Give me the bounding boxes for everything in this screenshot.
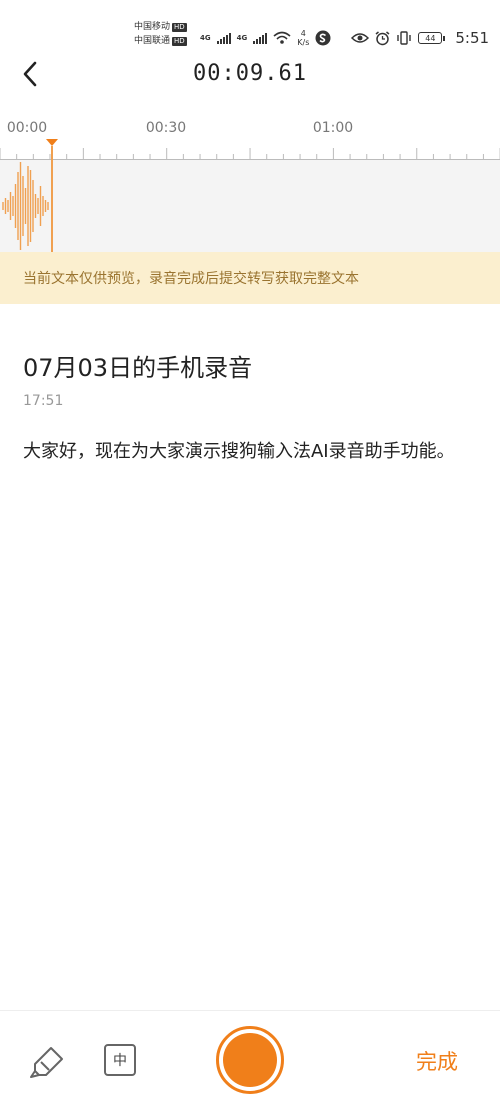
timeline-label: 00:30 xyxy=(145,120,187,136)
playhead-line xyxy=(51,146,53,252)
input-language-button[interactable]: 中 xyxy=(104,1044,136,1076)
waveform xyxy=(2,162,49,250)
status-icons: 4G 4G 4 K/s 44 5:51 xyxy=(200,26,489,50)
alarm-icon xyxy=(375,30,390,45)
carrier-info: 中国移动 HD 中国联通 HD xyxy=(134,20,187,48)
waveform-area[interactable] xyxy=(0,160,500,252)
vibrate-icon xyxy=(397,31,412,45)
net-speed-value: 4 xyxy=(300,29,306,38)
recording-time: 17:51 xyxy=(23,393,64,409)
record-icon xyxy=(223,1033,277,1087)
preview-notice-text: 当前文本仅供预览，录音完成后提交转写获取完整文本 xyxy=(23,271,359,287)
status-bar: 中国移动 HD 中国联通 HD 4G 4G 4 K/s 44 5:51 xyxy=(0,0,500,52)
battery-icon: 44 xyxy=(418,32,446,44)
timeline-labels: 00:00 00:30 01:00 xyxy=(0,120,500,140)
input-language-label: 中 xyxy=(113,1053,127,1069)
playhead-marker[interactable] xyxy=(46,139,58,146)
hd-badge: HD xyxy=(172,36,187,46)
done-button[interactable]: 完成 xyxy=(416,1046,458,1076)
hd-badge: HD xyxy=(172,22,187,32)
carrier-2-label: 中国联通 xyxy=(134,36,171,46)
net-speed-unit: K/s xyxy=(297,38,310,47)
preview-notice: 当前文本仅供预览，录音完成后提交转写获取完整文本 xyxy=(0,252,500,304)
record-button[interactable] xyxy=(216,1026,284,1094)
wifi-icon xyxy=(273,31,291,44)
eye-icon xyxy=(351,33,370,43)
battery-level: 44 xyxy=(418,32,443,44)
timeline-label: 01:00 xyxy=(312,120,354,136)
carrier-1-label: 中国移动 xyxy=(134,22,171,32)
network-type-label: 4G xyxy=(236,34,248,42)
sogou-icon xyxy=(315,30,331,46)
network-type-label: 4G xyxy=(200,34,211,42)
recording-timer: 00:09.61 xyxy=(193,61,307,86)
net-speed: 4 K/s xyxy=(297,29,309,47)
recording-title[interactable]: 07月03日的手机录音 xyxy=(23,348,252,383)
signal-icon xyxy=(216,32,231,44)
timeline-ruler[interactable] xyxy=(0,146,500,160)
status-time: 5:51 xyxy=(455,29,490,47)
signal-icon xyxy=(253,32,268,44)
bottom-divider xyxy=(0,1010,500,1011)
highlighter-button[interactable] xyxy=(26,1040,70,1084)
highlighter-icon xyxy=(30,1047,63,1078)
transcript-text[interactable]: 大家好，现在为大家演示搜狗输入法AI录音助手功能。 xyxy=(23,433,478,471)
timeline-label: 00:00 xyxy=(6,120,48,136)
